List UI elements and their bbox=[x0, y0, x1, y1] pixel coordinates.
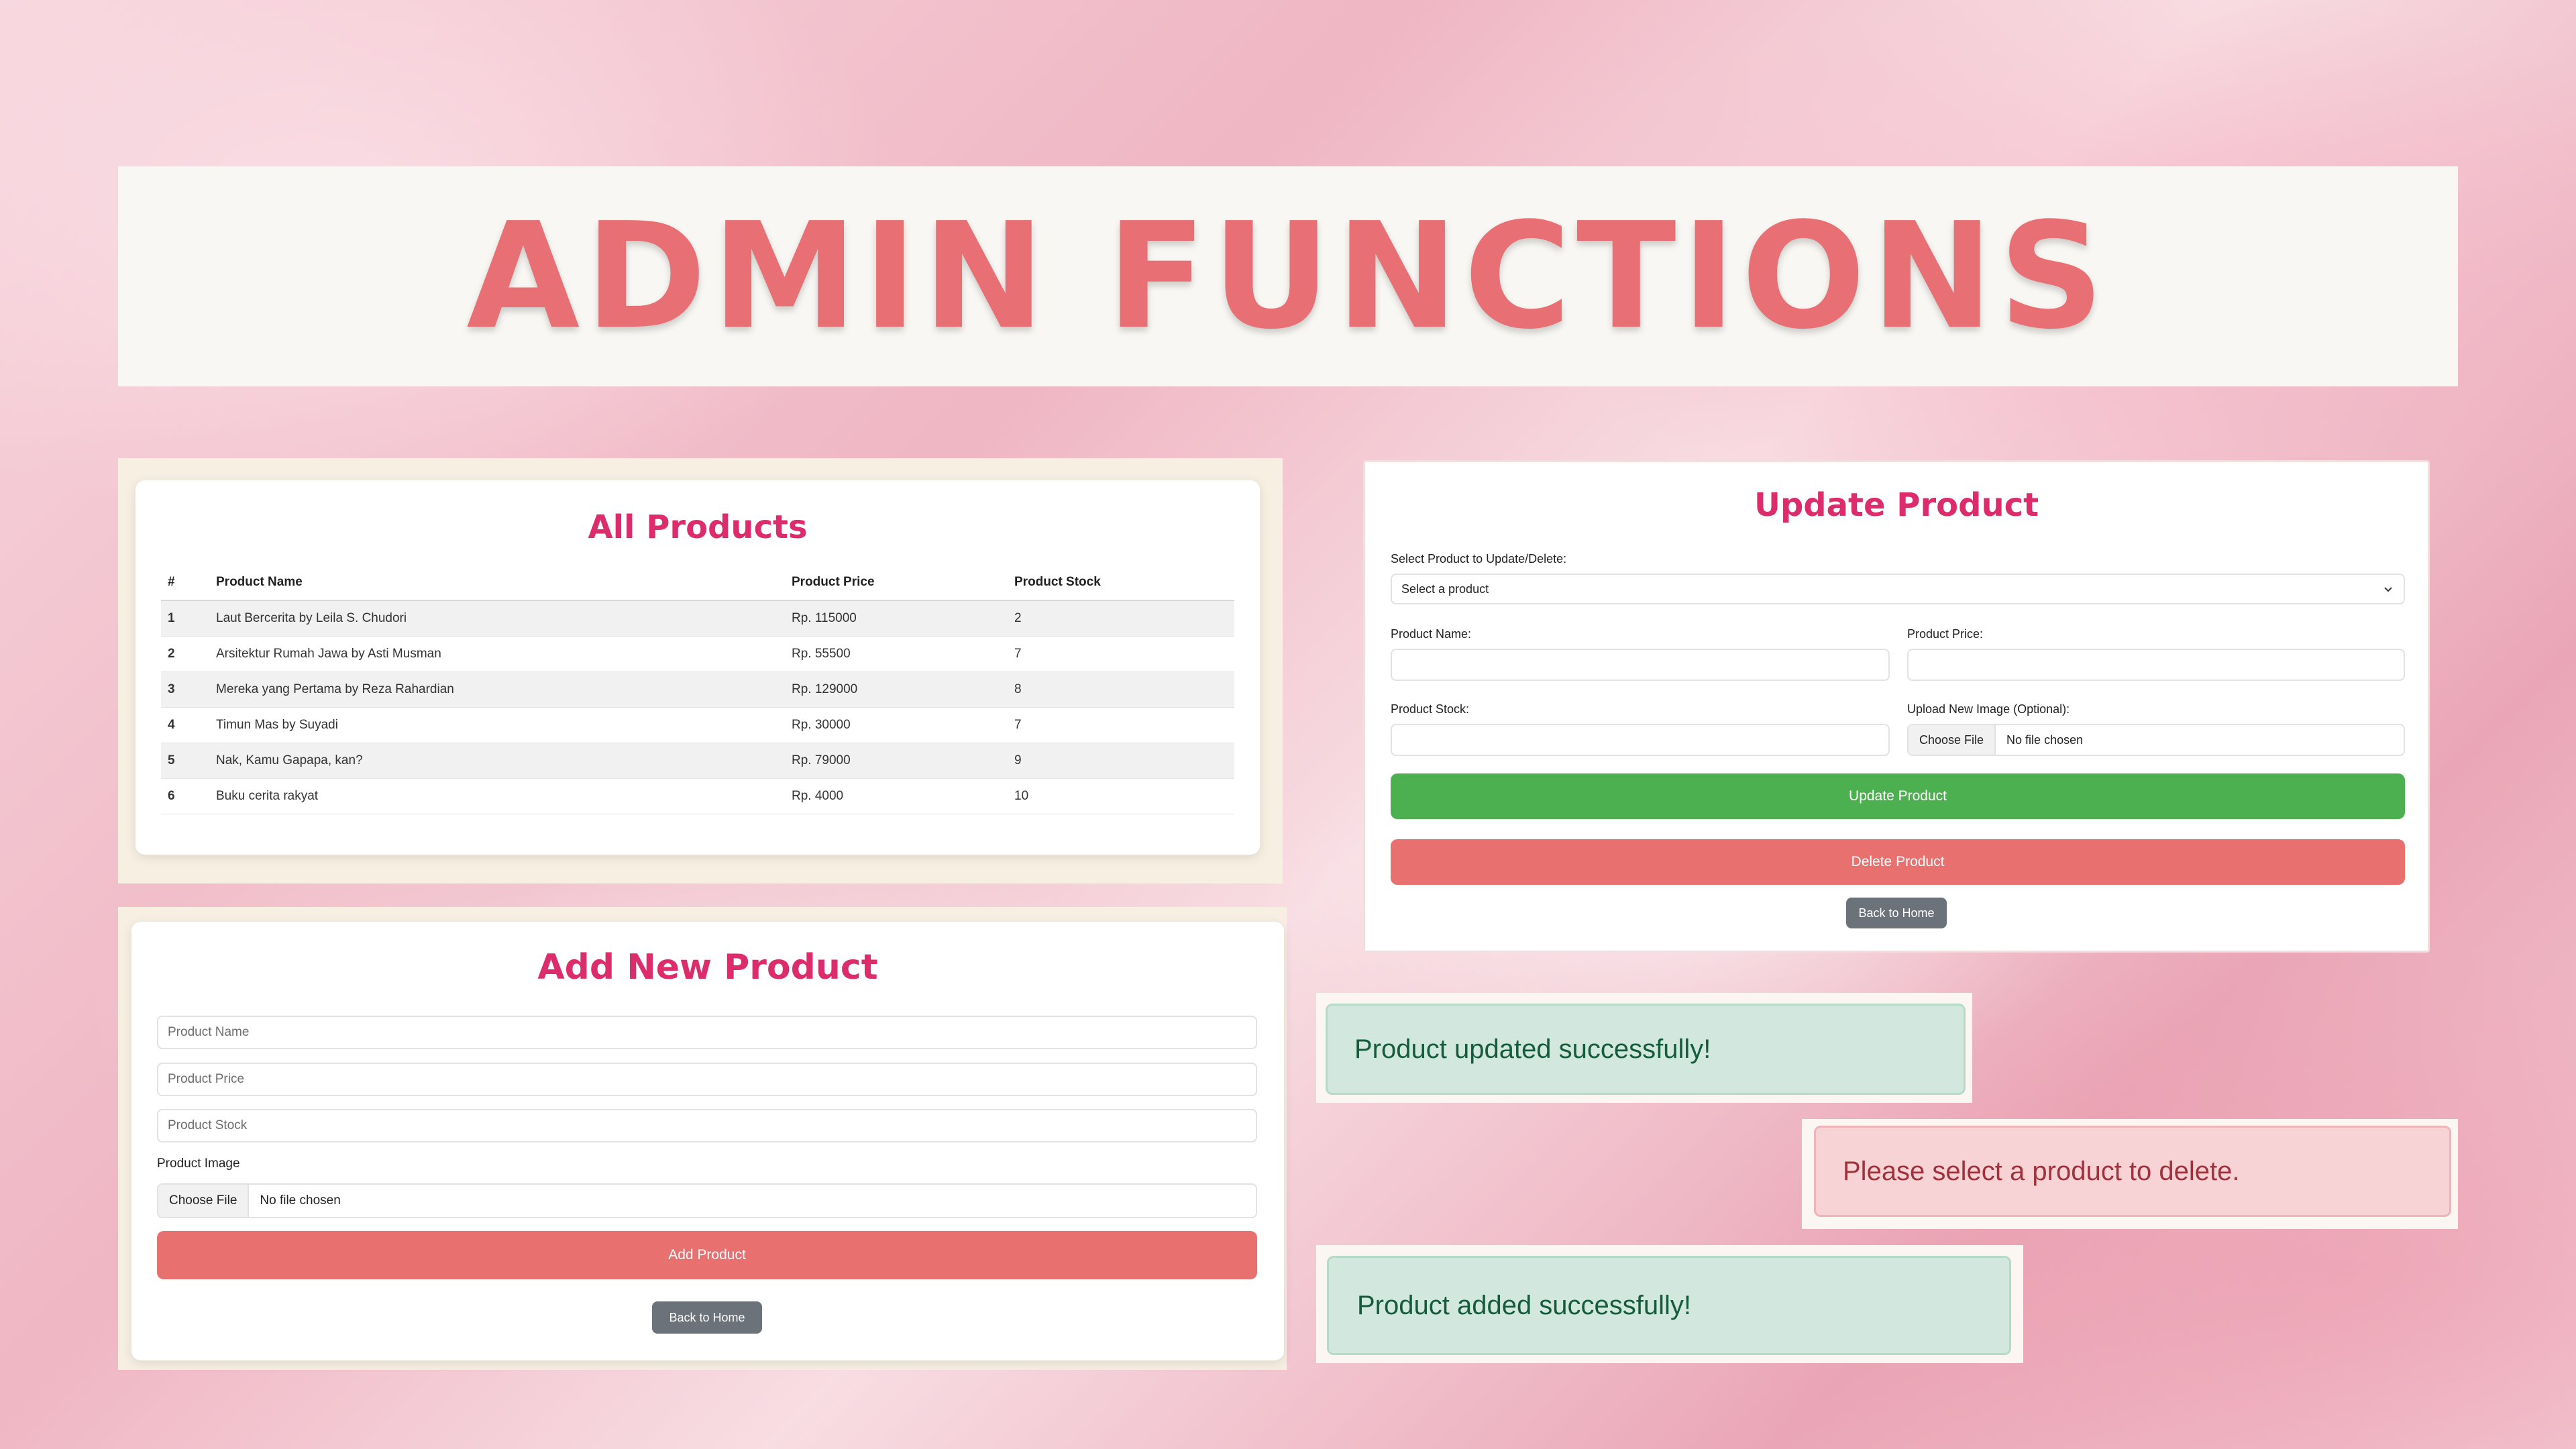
all-products-card: All Products # Product Name Product Pric… bbox=[136, 480, 1260, 855]
upload-image-label: Upload New Image (Optional): bbox=[1907, 702, 2070, 716]
table-header-row: # Product Name Product Price Product Sto… bbox=[161, 565, 1234, 601]
file-status: No file chosen bbox=[260, 1193, 341, 1208]
row-number: 3 bbox=[161, 672, 209, 708]
update-product-button[interactable]: Update Product bbox=[1391, 773, 2405, 819]
add-product-card: Add New Product Product Name Product Pri… bbox=[131, 922, 1284, 1360]
update-price-input[interactable] bbox=[1907, 649, 2405, 681]
col-header-price: Product Price bbox=[785, 565, 1008, 601]
product-stock-input[interactable]: Product Stock bbox=[157, 1109, 1257, 1142]
page-title: ADMIN FUNCTIONS bbox=[466, 191, 2110, 362]
product-select-value: Select a product bbox=[1401, 582, 1489, 596]
table-row: 3 Mereka yang Pertama by Reza Rahardian … bbox=[161, 672, 1234, 708]
table-row: 2 Arsitektur Rumah Jawa by Asti Musman R… bbox=[161, 636, 1234, 672]
table-row: 1 Laut Bercerita by Leila S. Chudori Rp.… bbox=[161, 600, 1234, 637]
row-stock: 8 bbox=[1008, 672, 1234, 708]
product-price-input[interactable]: Product Price bbox=[157, 1063, 1257, 1096]
product-image-label: Product Image bbox=[157, 1157, 240, 1171]
product-price-label: Product Price: bbox=[1907, 627, 1984, 641]
update-product-title: Update Product bbox=[1754, 486, 2039, 524]
product-select[interactable]: Select a product bbox=[1391, 574, 2405, 604]
row-price: Rp. 115000 bbox=[785, 600, 1008, 637]
row-price: Rp. 30000 bbox=[785, 707, 1008, 743]
product-name-label: Product Name: bbox=[1391, 627, 1472, 641]
file-status: No file chosen bbox=[2006, 733, 2084, 747]
row-stock: 10 bbox=[1008, 778, 1234, 814]
table-row: 5 Nak, Kamu Gapapa, kan? Rp. 79000 9 bbox=[161, 743, 1234, 779]
alert-text: Product added successfully! bbox=[1357, 1290, 1692, 1320]
add-product-title: Add New Product bbox=[537, 947, 878, 987]
row-name: Arsitektur Rumah Jawa by Asti Musman bbox=[209, 636, 785, 672]
row-stock: 9 bbox=[1008, 743, 1234, 779]
row-name: Timun Mas by Suyadi bbox=[209, 707, 785, 743]
delete-product-button[interactable]: Delete Product bbox=[1391, 839, 2405, 885]
product-stock-label: Product Stock: bbox=[1391, 702, 1470, 716]
all-products-title: All Products bbox=[588, 508, 808, 546]
row-number: 2 bbox=[161, 636, 209, 672]
row-number: 1 bbox=[161, 600, 209, 637]
row-name: Laut Bercerita by Leila S. Chudori bbox=[209, 600, 785, 637]
table-row: 4 Timun Mas by Suyadi Rp. 30000 7 bbox=[161, 707, 1234, 743]
row-number: 4 bbox=[161, 707, 209, 743]
back-to-home-button[interactable]: Back to Home bbox=[652, 1301, 762, 1334]
update-image-file-input[interactable]: Choose File No file chosen bbox=[1907, 724, 2405, 756]
alert-text: Please select a product to delete. bbox=[1843, 1156, 2240, 1186]
row-number: 5 bbox=[161, 743, 209, 779]
row-name: Nak, Kamu Gapapa, kan? bbox=[209, 743, 785, 779]
row-name: Mereka yang Pertama by Reza Rahardian bbox=[209, 672, 785, 708]
update-product-card: Update Product Select Product to Update/… bbox=[1363, 460, 2430, 953]
row-stock: 7 bbox=[1008, 707, 1234, 743]
col-header-name: Product Name bbox=[209, 565, 785, 601]
product-updated-alert: Product updated successfully! bbox=[1326, 1004, 1966, 1095]
product-image-file-input[interactable]: Choose File No file chosen bbox=[157, 1183, 1257, 1218]
product-added-alert: Product added successfully! bbox=[1327, 1256, 2011, 1355]
choose-file-button[interactable]: Choose File bbox=[1909, 725, 1996, 755]
row-price: Rp. 55500 bbox=[785, 636, 1008, 672]
update-name-input[interactable] bbox=[1391, 649, 1890, 681]
row-price: Rp. 4000 bbox=[785, 778, 1008, 814]
row-name: Buku cerita rakyat bbox=[209, 778, 785, 814]
row-price: Rp. 79000 bbox=[785, 743, 1008, 779]
row-number: 6 bbox=[161, 778, 209, 814]
add-product-button[interactable]: Add Product bbox=[157, 1231, 1257, 1279]
chevron-down-icon bbox=[2382, 583, 2394, 595]
product-name-input[interactable]: Product Name bbox=[157, 1016, 1257, 1049]
select-delete-alert: Please select a product to delete. bbox=[1814, 1126, 2451, 1217]
title-banner: ADMIN FUNCTIONS bbox=[118, 166, 2458, 386]
table-row: 6 Buku cerita rakyat Rp. 4000 10 bbox=[161, 778, 1234, 814]
col-header-number: # bbox=[161, 565, 209, 601]
col-header-stock: Product Stock bbox=[1008, 565, 1234, 601]
alert-text: Product updated successfully! bbox=[1354, 1034, 1711, 1064]
update-stock-input[interactable] bbox=[1391, 724, 1890, 756]
row-stock: 2 bbox=[1008, 600, 1234, 637]
choose-file-button[interactable]: Choose File bbox=[158, 1185, 250, 1217]
back-to-home-button[interactable]: Back to Home bbox=[1846, 898, 1947, 928]
products-table: # Product Name Product Price Product Sto… bbox=[161, 565, 1234, 814]
row-stock: 7 bbox=[1008, 636, 1234, 672]
select-product-label: Select Product to Update/Delete: bbox=[1391, 552, 1567, 566]
row-price: Rp. 129000 bbox=[785, 672, 1008, 708]
